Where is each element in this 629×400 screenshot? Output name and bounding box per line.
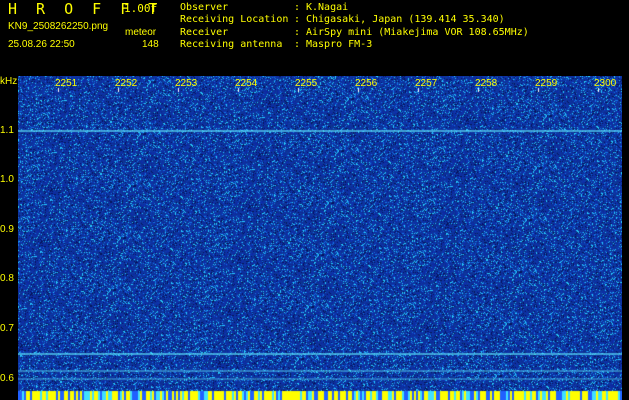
version-label: 1.00f <box>124 2 158 15</box>
x-tick-label: 2258 <box>475 78 498 89</box>
y-tick-label: 0.9 <box>0 224 14 235</box>
spectrogram <box>18 76 622 400</box>
info-row-observer: Observer: K.Nagai <box>180 2 349 13</box>
header-panel: H R O F F T 1.00f KN9_2508262250.png 25.… <box>0 0 629 76</box>
x-tick-label: 2259 <box>535 78 558 89</box>
info-row-location: Receiving Location: Chigasaki, Japan (139… <box>180 14 505 26</box>
y-axis-unit: kHz <box>0 76 18 87</box>
x-tick-label: 2251 <box>55 78 78 89</box>
y-tick-label: 1.1 <box>0 125 14 136</box>
timestamp: 25.08.26 22:50 <box>8 39 75 50</box>
y-tick-label: 0.6 <box>0 373 14 384</box>
detection-count: 148 <box>142 39 159 50</box>
y-tick-label: 0.8 <box>0 273 14 284</box>
x-tick-label: 2254 <box>235 78 258 89</box>
x-tick-label: 2256 <box>355 78 378 89</box>
info-row-receiver: Receiver: AirSpy mini (Miakejima VOR 108.… <box>180 26 529 38</box>
y-tick-label: 0.7 <box>0 323 14 334</box>
info-row-antenna: Receiving antenna: Maspro FM-3 <box>180 39 373 51</box>
y-tick-label: 1.0 <box>0 174 14 185</box>
x-tick-label: 2300 <box>594 78 617 89</box>
x-tick-label: 2252 <box>115 78 138 89</box>
spectrogram-canvas <box>18 76 622 400</box>
station-info: Observer: K.Nagai Receiving Location: Chig… <box>180 2 529 52</box>
file-name: KN9_2508262250.png <box>8 21 109 32</box>
x-tick-label: 2255 <box>295 78 318 89</box>
x-tick-label: 2253 <box>175 78 198 89</box>
x-tick-label: 2257 <box>415 78 438 89</box>
mode-label: meteor <box>125 27 157 38</box>
